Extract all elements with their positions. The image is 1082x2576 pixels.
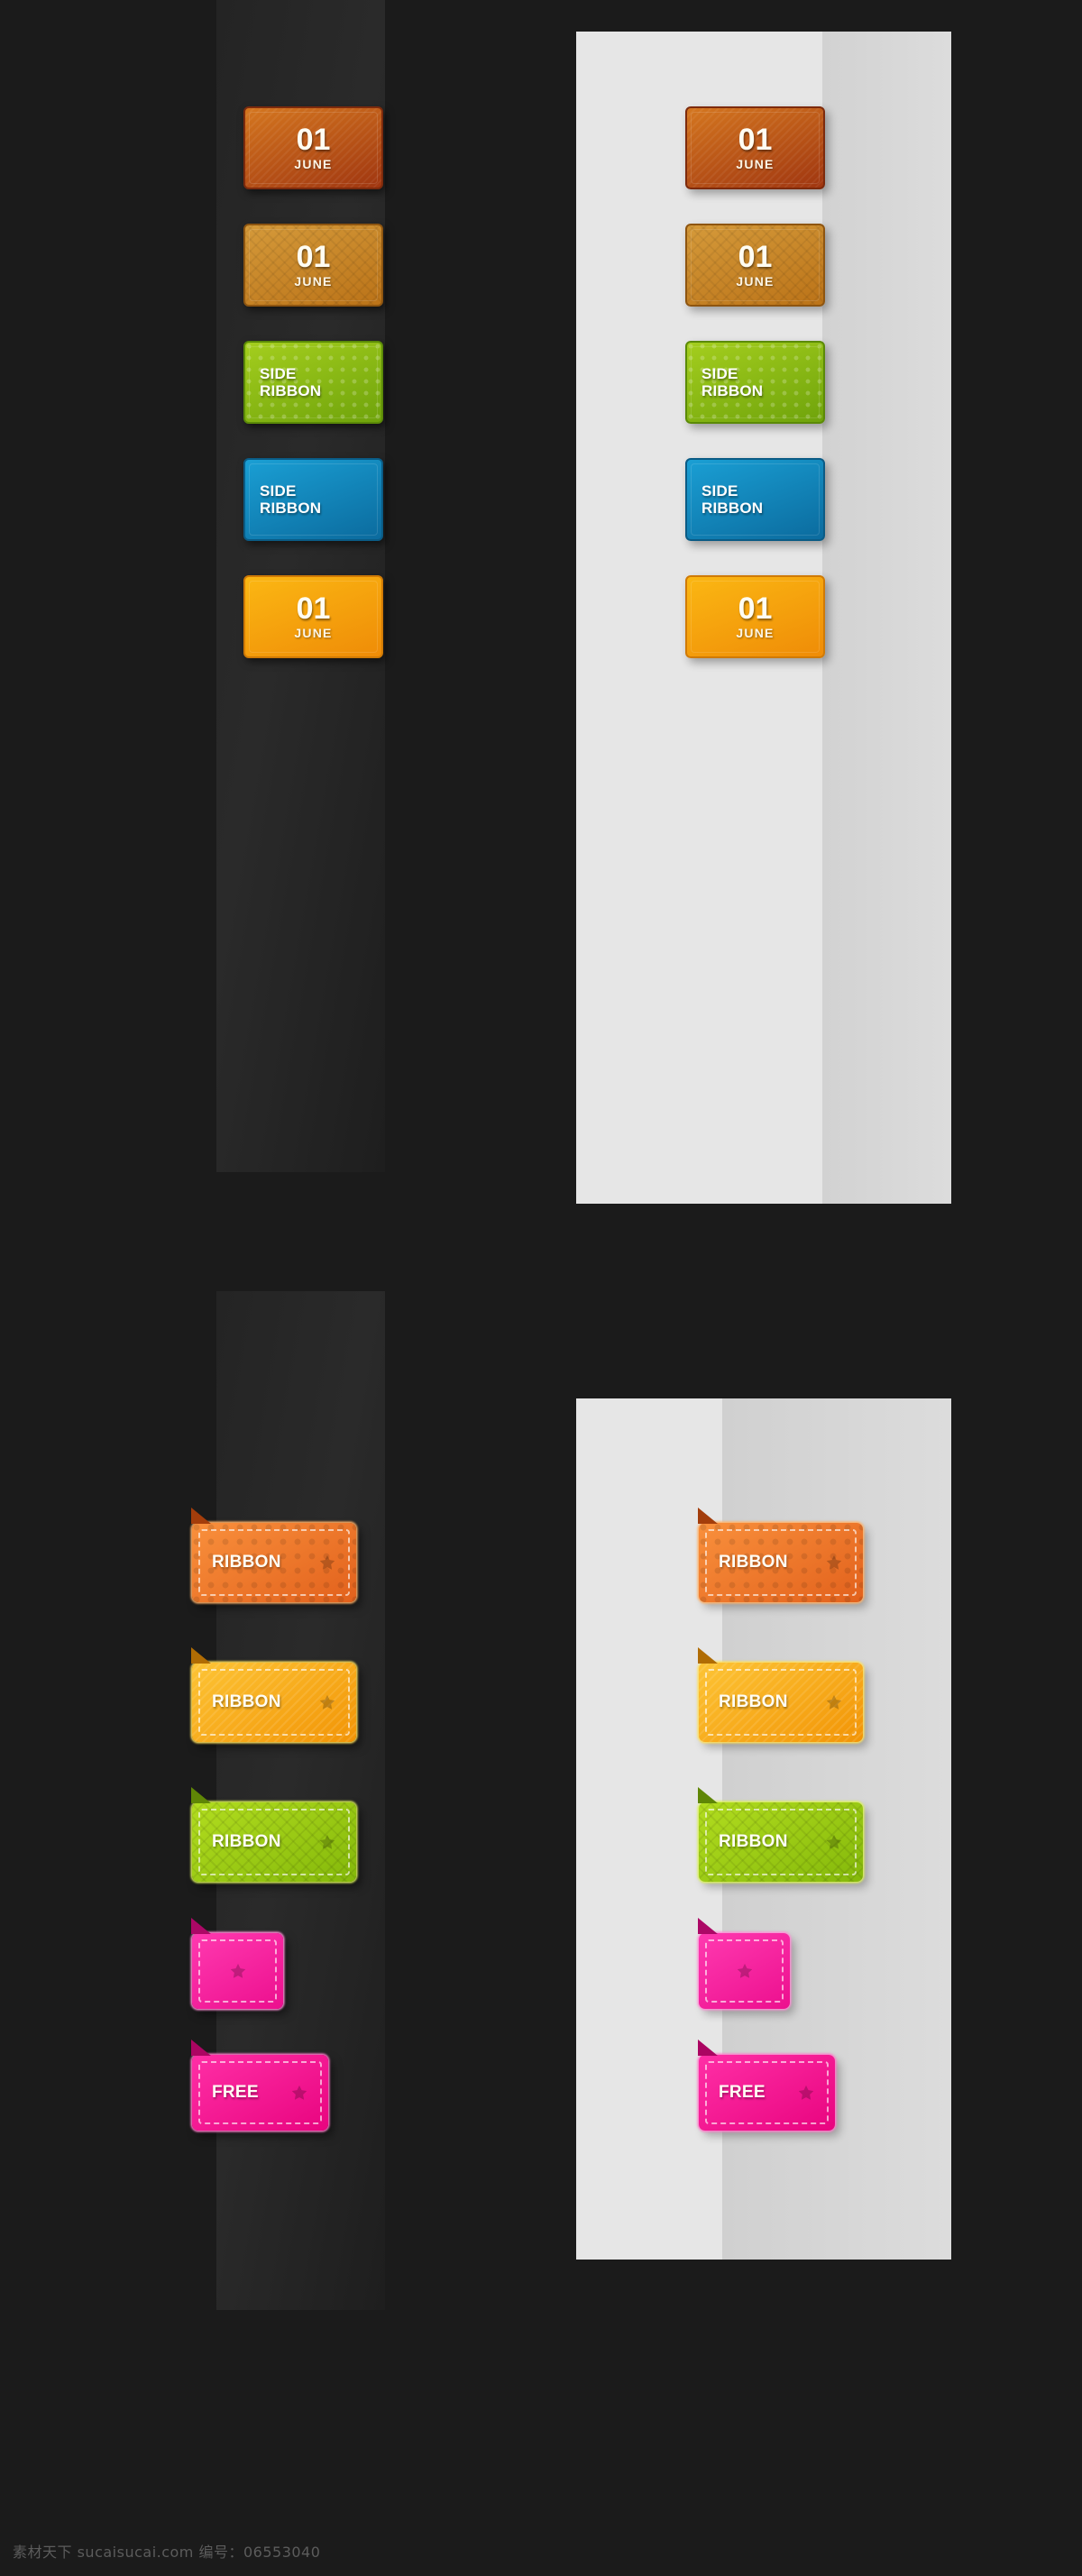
tag-star-pink[interactable] — [192, 1933, 283, 2009]
canvas-root: 01JUNE01JUNE01JUNE01JUNESIDERIBBONSIDERI… — [0, 0, 1082, 2576]
star-icon — [290, 2084, 308, 2102]
star-icon — [318, 1554, 336, 1572]
ribbon-01-june-amber[interactable]: 01JUNE — [243, 224, 383, 307]
ribbon-side-blue-light[interactable]: SIDERIBBON — [685, 458, 825, 541]
ribbon-fold-corner — [698, 1647, 718, 1664]
tag-ribbon-amber-light[interactable]: RIBBON — [699, 1663, 863, 1742]
ribbon-day-number: 01 — [736, 124, 774, 155]
tag-label-text: RIBBON — [719, 1692, 788, 1712]
ribbon-01-june-yellow-light[interactable]: 01JUNE — [685, 575, 825, 658]
ribbon-fold-corner — [698, 1508, 718, 1524]
star-icon — [229, 1962, 247, 1980]
ribbon-line-2: RIBBON — [245, 500, 381, 517]
tag-label-text: RIBBON — [212, 1692, 281, 1712]
ribbon-01-june-dark-orange[interactable]: 01JUNE — [243, 106, 383, 189]
ribbon-fold-corner — [698, 2040, 718, 2056]
star-icon — [797, 2084, 815, 2102]
tag-ribbon-orange-light[interactable]: RIBBON — [699, 1523, 863, 1602]
ribbon-01-june-dark-orange-light[interactable]: 01JUNE — [685, 106, 825, 189]
star-icon — [318, 1554, 336, 1572]
ribbon-day-number: 01 — [294, 124, 332, 155]
star-icon — [318, 1693, 336, 1711]
ribbon-label: 01JUNE — [294, 593, 332, 641]
tag-label-text: RIBBON — [719, 1832, 788, 1852]
tag-label-text: RIBBON — [719, 1553, 788, 1572]
ribbon-day-number: 01 — [294, 593, 332, 624]
tag-star-pink-light[interactable] — [699, 1933, 790, 2009]
star-icon — [736, 1962, 754, 1980]
ribbon-label: 01JUNE — [736, 593, 774, 641]
star-icon — [825, 1833, 843, 1851]
ribbon-fold-corner — [191, 1508, 211, 1524]
tag-label-text: RIBBON — [212, 1832, 281, 1852]
ribbon-month-name: JUNE — [294, 156, 332, 172]
tag-free-pink[interactable]: FREE — [192, 2055, 328, 2131]
ribbon-label: SIDERIBBON — [245, 365, 381, 399]
tag-ribbon-green-light[interactable]: RIBBON — [699, 1802, 863, 1882]
ribbon-label: SIDERIBBON — [245, 482, 381, 517]
tag-label-text: FREE — [719, 2083, 766, 2103]
ribbon-01-june-yellow[interactable]: 01JUNE — [243, 575, 383, 658]
ribbon-label: 01JUNE — [736, 242, 774, 289]
star-icon — [229, 1962, 247, 1980]
tag-label-text: RIBBON — [212, 1553, 281, 1572]
ribbon-side-blue[interactable]: SIDERIBBON — [243, 458, 383, 541]
ribbon-day-number: 01 — [736, 242, 774, 272]
ribbon-fold-corner — [191, 2040, 211, 2056]
star-icon — [825, 1693, 843, 1711]
star-icon — [825, 1693, 843, 1711]
star-icon — [736, 1962, 754, 1980]
ribbon-fold-corner — [191, 1918, 211, 1934]
ribbon-label: 01JUNE — [736, 124, 774, 172]
ribbon-month-name: JUNE — [736, 625, 774, 641]
ribbon-line-2: RIBBON — [687, 500, 823, 517]
star-icon — [825, 1554, 843, 1572]
ribbon-month-name: JUNE — [736, 156, 774, 172]
tag-free-pink-light[interactable]: FREE — [699, 2055, 835, 2131]
ribbon-fold-corner — [191, 1787, 211, 1803]
ribbon-fold-corner — [698, 1918, 718, 1934]
ribbon-fold-corner — [191, 1647, 211, 1664]
star-icon — [318, 1833, 336, 1851]
ribbon-line-1: SIDE — [245, 365, 381, 382]
ribbon-label: SIDERIBBON — [687, 365, 823, 399]
ribbon-label: 01JUNE — [294, 242, 332, 289]
tag-label-text: FREE — [212, 2083, 259, 2103]
ribbon-month-name: JUNE — [294, 273, 332, 289]
ribbon-side-green[interactable]: SIDERIBBON — [243, 341, 383, 424]
ribbon-line-2: RIBBON — [687, 382, 823, 399]
ribbon-month-name: JUNE — [736, 273, 774, 289]
ribbon-line-1: SIDE — [687, 482, 823, 500]
ribbon-line-2: RIBBON — [245, 382, 381, 399]
tag-ribbon-orange[interactable]: RIBBON — [192, 1523, 356, 1602]
tag-ribbon-amber[interactable]: RIBBON — [192, 1663, 356, 1742]
ribbon-label: SIDERIBBON — [687, 482, 823, 517]
dark-backdrop-panel-bottom — [216, 1291, 385, 2310]
star-icon — [318, 1693, 336, 1711]
star-icon — [290, 2084, 308, 2102]
watermark-text: 素材天下 sucaisucai.com 编号：06553040 — [13, 2540, 320, 2562]
ribbon-label: 01JUNE — [294, 124, 332, 172]
ribbon-day-number: 01 — [294, 242, 332, 272]
ribbon-fold-corner — [698, 1787, 718, 1803]
tag-ribbon-green[interactable]: RIBBON — [192, 1802, 356, 1882]
ribbon-month-name: JUNE — [294, 625, 332, 641]
ribbon-01-june-amber-light[interactable]: 01JUNE — [685, 224, 825, 307]
star-icon — [825, 1554, 843, 1572]
ribbon-side-green-light[interactable]: SIDERIBBON — [685, 341, 825, 424]
star-icon — [797, 2084, 815, 2102]
ribbon-line-1: SIDE — [687, 365, 823, 382]
star-icon — [318, 1833, 336, 1851]
star-icon — [825, 1833, 843, 1851]
ribbon-day-number: 01 — [736, 593, 774, 624]
ribbon-line-1: SIDE — [245, 482, 381, 500]
